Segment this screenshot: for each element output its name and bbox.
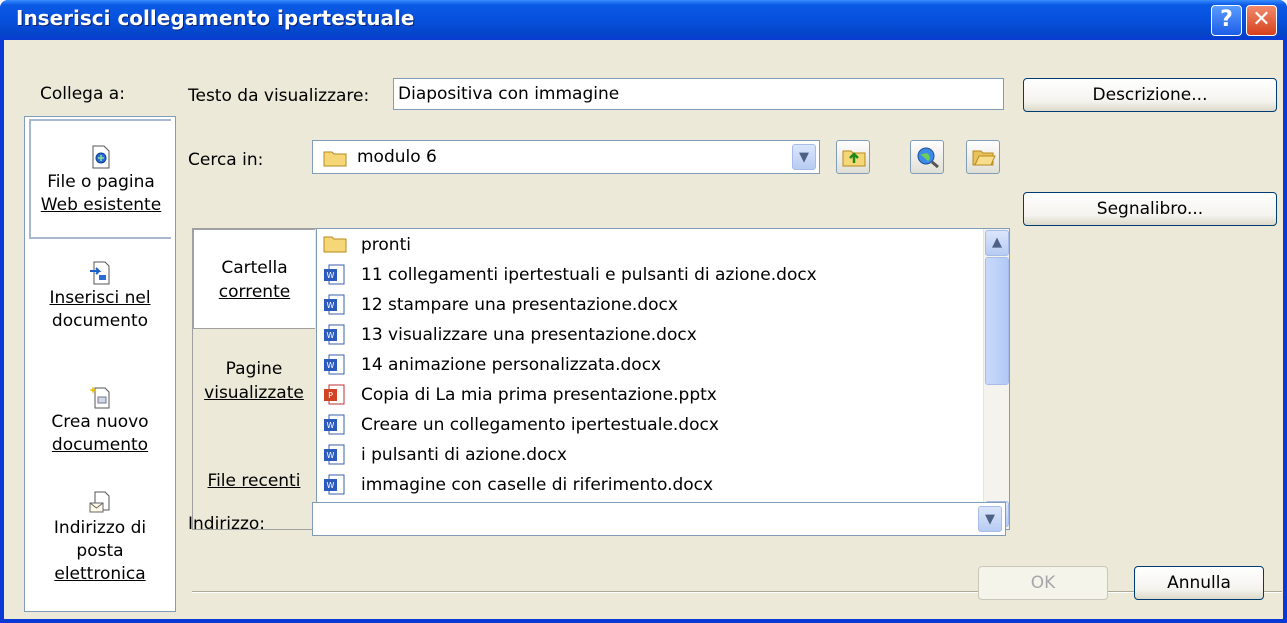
word-document-icon: W [323,264,347,286]
file-name: pronti [361,235,411,255]
help-button[interactable]: ? [1211,5,1242,36]
link-email-line1: Indirizzo di [53,518,147,538]
link-existing-file-line1: File o pagina [47,172,155,192]
email-address-icon [89,491,110,513]
tab-browsed-pages[interactable]: Pagine visualizzate [193,357,315,417]
link-existing-file-line2: Web esistente [40,195,162,215]
link-new-line1: Crea nuovo [51,412,149,432]
look-in-select[interactable]: modulo 6 ▼ [312,140,820,174]
browse-file-button[interactable] [966,140,1000,174]
word-document-icon: W [323,294,347,316]
folder-up-icon [842,150,866,167]
svg-text:W: W [327,451,335,460]
web-search-icon [917,147,939,168]
link-email-address[interactable]: Indirizzo di posta elettronica [29,491,171,609]
word-document-icon: W [323,444,347,466]
tab-recent-files[interactable]: File recenti [193,469,315,499]
hyperlink-dialog: Inserisci collegamento ipertestuale ? ✕ … [0,0,1287,623]
address-input[interactable]: ▼ [312,502,1006,536]
file-name: 13 visualizzare una presentazione.docx [361,325,697,345]
tab-browsed-pages-line2: visualizzate [204,383,304,403]
svg-text:W: W [327,421,335,430]
word-document-icon: W [323,324,347,346]
tab-current-folder-line2: corrente [218,282,291,302]
close-button[interactable]: ✕ [1246,5,1277,36]
svg-text:W: W [327,301,335,310]
address-label: Indirizzo: [188,514,265,534]
link-place-line2: documento [51,311,149,331]
svg-text:W: W [327,361,335,370]
scroll-up-button[interactable]: ▲ [985,230,1009,256]
file-name: 12 stampare una presentazione.docx [361,295,678,315]
link-new-line2: documento [51,435,149,455]
word-document-icon: W [323,414,347,436]
tab-browsed-pages-line1: Pagine [225,359,283,379]
bottom-separator [192,591,1282,593]
tab-current-folder[interactable]: Cartella corrente [193,229,315,329]
file-list[interactable]: PLa mia prima presentazione.pptxWimmagin… [316,228,1010,530]
tab-current-folder-line1: Cartella [221,258,288,278]
svg-text:W: W [327,331,335,340]
file-name: i pulsanti di azione.docx [361,445,567,465]
link-email-line2: posta [76,541,124,561]
svg-text:P: P [328,391,333,400]
title-bar[interactable]: Inserisci collegamento ipertestuale ? ✕ [0,0,1287,40]
link-place-in-document[interactable]: Inserisci nel documento [29,261,171,361]
address-dropdown-icon[interactable]: ▼ [978,506,1002,532]
word-document-icon: W [323,474,347,496]
link-to-label: Collega a: [40,84,125,104]
window-title: Inserisci collegamento ipertestuale [16,6,415,30]
file-name: 11 collegamenti ipertestuali e pulsanti … [361,265,817,285]
svg-text:W: W [327,481,335,490]
file-name: 14 animazione personalizzata.docx [361,355,662,375]
link-place-line1: Inserisci nel [49,288,151,308]
tab-recent-files-label: File recenti [207,471,301,491]
file-name: immagine con caselle di riferimento.docx [361,475,714,495]
cancel-button[interactable]: Annulla [1134,566,1264,600]
word-document-icon: W [323,354,347,376]
svg-text:W: W [327,271,335,280]
browse-web-button[interactable] [910,140,944,174]
up-one-folder-button[interactable] [836,140,870,174]
powerpoint-file-icon: P [323,384,347,406]
vertical-scrollbar[interactable]: ▲ ▼ [983,229,1009,529]
look-in-label: Cerca in: [188,150,264,170]
chevron-down-icon[interactable]: ▼ [792,144,816,170]
display-text-input[interactable]: Diapositiva con immagine [393,78,1004,110]
dialog-body: Collega a: File o pagina Web esistente I… [4,40,1283,619]
link-new-document[interactable]: Crea nuovo documento [29,385,171,485]
link-to-panel: File o pagina Web esistente Inserisci ne… [24,116,176,612]
display-text-label: Testo da visualizzare: [188,86,370,106]
link-email-line3: elettronica [54,564,146,584]
browse-tabs: Cartella corrente Pagine visualizzate Fi… [192,228,316,530]
folder-icon [323,151,347,167]
scroll-thumb[interactable] [985,257,1009,385]
file-name: Creare un collegamento ipertestuale.docx [361,415,719,435]
open-folder-icon [972,150,996,166]
new-document-icon [89,386,110,409]
link-existing-file[interactable]: File o pagina Web esistente [29,119,171,239]
description-button[interactable]: Descrizione... [1023,78,1277,112]
ok-button[interactable]: OK [978,566,1108,600]
existing-file-icon [92,145,110,169]
file-name: Copia di La mia prima presentazione.pptx [361,385,717,405]
look-in-value: modulo 6 [357,147,437,167]
folder-icon [323,234,347,256]
bookmark-button[interactable]: Segnalibro... [1023,192,1277,226]
place-in-document-icon [90,261,110,285]
